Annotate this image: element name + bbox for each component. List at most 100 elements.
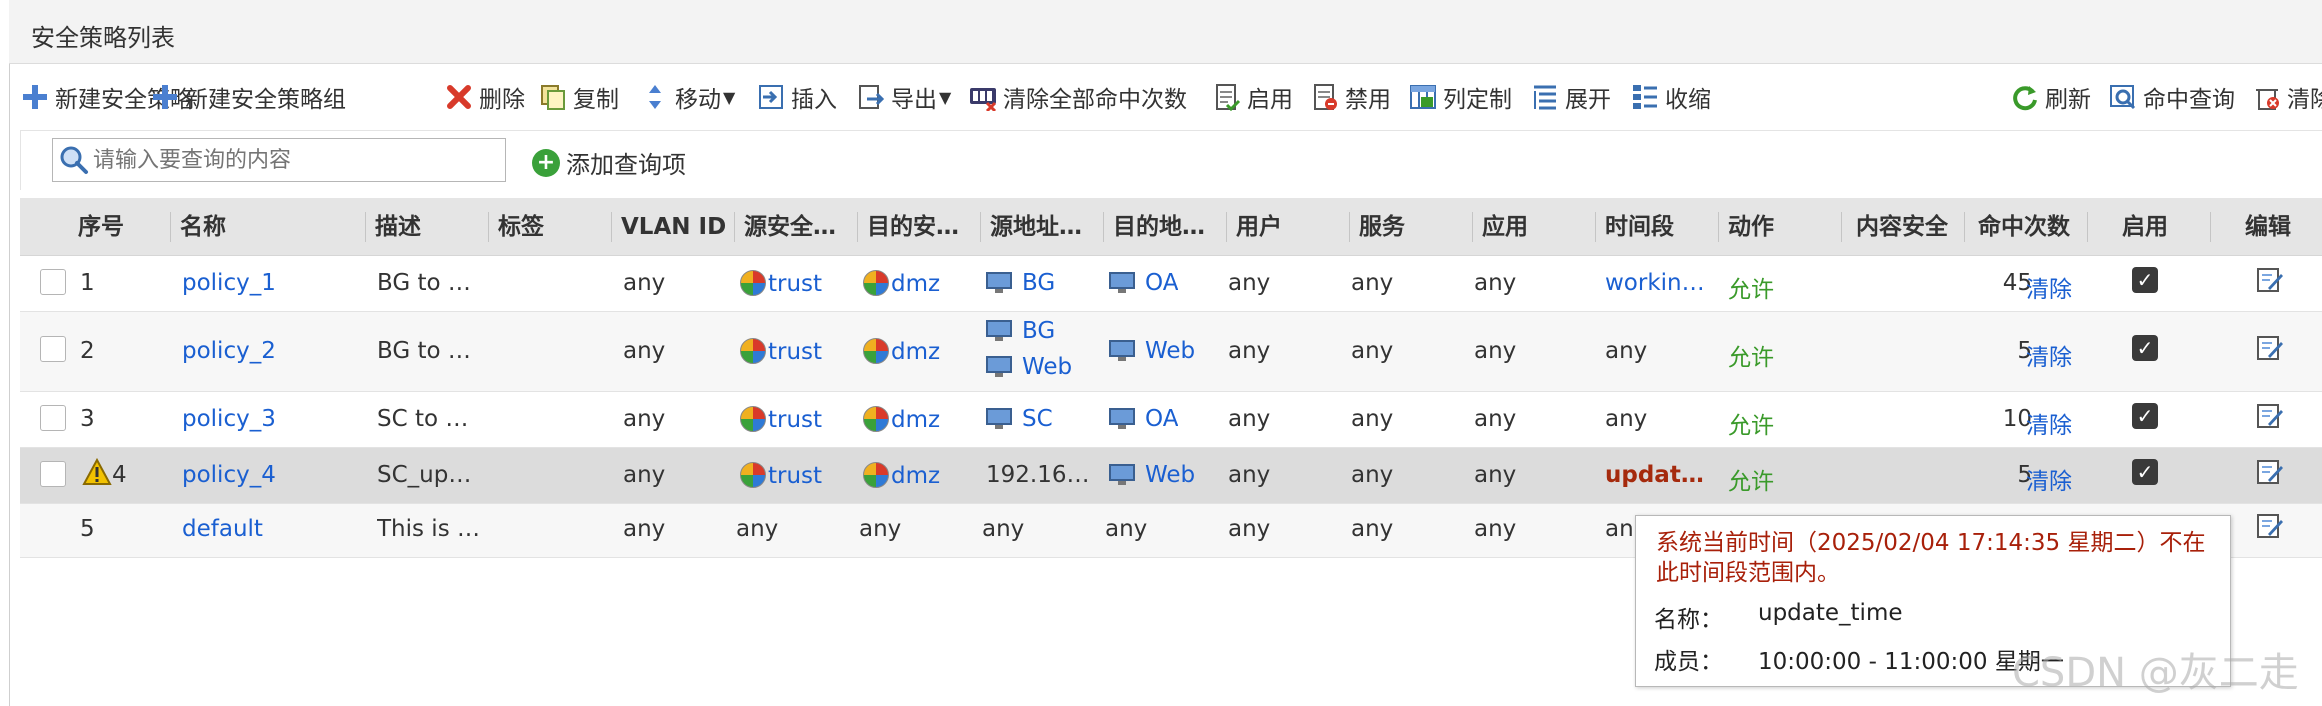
src-zone-cell[interactable]: trust: [740, 338, 822, 365]
computer-icon: [986, 272, 1012, 294]
collapse-button[interactable]: 收缩: [1631, 82, 1711, 113]
app-cell: any: [1474, 406, 1517, 432]
col-dst-zone[interactable]: 目的安…: [867, 198, 982, 256]
col-seq[interactable]: 序号: [78, 198, 124, 256]
disable-doc-icon: [1311, 83, 1339, 111]
policy-name-link[interactable]: policy_3: [182, 406, 276, 432]
col-edit[interactable]: 编辑: [2245, 198, 2291, 256]
col-app[interactable]: 应用: [1482, 198, 1528, 256]
disable-button[interactable]: 禁用: [1311, 82, 1391, 113]
app-cell: any: [1474, 270, 1517, 296]
zone-pie-icon: [863, 338, 889, 364]
search-input[interactable]: [93, 147, 493, 173]
delete-button[interactable]: 删除: [445, 82, 525, 113]
warning-icon[interactable]: [82, 458, 112, 488]
service-cell: any: [1351, 516, 1394, 542]
enabled-checkbox[interactable]: ✓: [2132, 335, 2158, 361]
desc-cell: This is …: [377, 516, 480, 542]
enabled-checkbox[interactable]: ✓: [2132, 459, 2158, 485]
edit-icon[interactable]: [2256, 334, 2284, 362]
col-action[interactable]: 动作: [1728, 198, 1774, 256]
copy-button[interactable]: 复制: [539, 82, 619, 113]
edit-icon[interactable]: [2256, 402, 2284, 430]
col-schedule[interactable]: 时间段: [1605, 198, 1674, 256]
clear-hits-link[interactable]: 清除: [2026, 406, 2072, 440]
src-addr-cell[interactable]: BG: [986, 318, 1055, 344]
clear-hits-link[interactable]: 清除: [2026, 270, 2072, 304]
move-button[interactable]: 移动 ▼: [641, 82, 736, 113]
new-policy-group-button[interactable]: 新建安全策略组: [151, 82, 346, 113]
export-button[interactable]: 导出 ▼: [857, 82, 951, 113]
add-circle-icon: +: [532, 148, 560, 177]
col-src-zone[interactable]: 源安全…: [744, 198, 859, 256]
policy-name-link[interactable]: policy_2: [182, 338, 276, 364]
col-src-addr[interactable]: 源地址…: [990, 198, 1105, 256]
row-checkbox[interactable]: [40, 336, 66, 362]
add-query-button[interactable]: + 添加查询项: [532, 145, 686, 180]
enabled-checkbox[interactable]: ✓: [2132, 403, 2158, 429]
dst-addr-cell[interactable]: OA: [1109, 406, 1178, 432]
src-addr-cell[interactable]: Web: [986, 354, 1072, 380]
clear-hits-link[interactable]: 清除: [2026, 338, 2072, 372]
app-cell: any: [1474, 462, 1517, 488]
insert-button[interactable]: 插入: [757, 82, 837, 113]
schedule-link[interactable]: updat…: [1605, 462, 1704, 488]
clear-all-hits-button[interactable]: 清除全部命中次数: [969, 82, 1187, 113]
clear-hits-link[interactable]: 清除: [2026, 462, 2072, 496]
row-checkbox[interactable]: [40, 269, 66, 295]
dst-addr-cell[interactable]: OA: [1109, 270, 1178, 296]
customize-columns-button[interactable]: 列定制: [1409, 82, 1512, 113]
col-name[interactable]: 名称: [180, 198, 226, 256]
hit-query-button[interactable]: 命中查询: [2109, 82, 2235, 113]
chevron-down-icon: ▼: [723, 87, 736, 107]
schedule-link[interactable]: workin…: [1605, 270, 1705, 296]
col-desc[interactable]: 描述: [375, 198, 421, 256]
expand-button[interactable]: 展开: [1531, 82, 1611, 113]
computer-icon: [1109, 464, 1135, 486]
edit-icon[interactable]: [2256, 512, 2284, 540]
dst-zone-cell[interactable]: dmz: [863, 406, 940, 433]
col-hits[interactable]: 命中次数: [1978, 198, 2070, 256]
policy-name-link[interactable]: default: [182, 516, 263, 542]
src-zone-cell[interactable]: trust: [740, 406, 822, 433]
col-vlan[interactable]: VLAN ID: [621, 198, 739, 256]
edit-icon[interactable]: [2256, 266, 2284, 294]
col-dst-addr[interactable]: 目的地…: [1113, 198, 1228, 256]
enable-button[interactable]: 启用: [1213, 82, 1293, 113]
dst-addr-cell[interactable]: Web: [1109, 462, 1195, 488]
action-cell: 允许: [1728, 469, 1774, 495]
src-addr-cell[interactable]: SC: [986, 406, 1053, 432]
table-row[interactable]: 2 policy_2 BG to … any trust dmz BG Web …: [20, 312, 2322, 392]
zone-pie-icon: [863, 406, 889, 432]
dst-addr-cell[interactable]: Web: [1109, 338, 1195, 364]
clear-button[interactable]: 清除: [2253, 82, 2322, 113]
search-box[interactable]: [52, 138, 506, 182]
col-tag[interactable]: 标签: [498, 198, 544, 256]
trash-icon: [2253, 83, 2281, 111]
col-enabled[interactable]: 启用: [2122, 198, 2168, 256]
dst-zone-cell[interactable]: dmz: [863, 462, 940, 489]
column-divider: [1718, 212, 1719, 242]
row-checkbox[interactable]: [40, 461, 66, 487]
table-row[interactable]: 3 policy_3 SC to … any trust dmz SC OA a…: [20, 392, 2322, 448]
dst-zone-cell[interactable]: dmz: [863, 338, 940, 365]
policy-name-link[interactable]: policy_1: [182, 270, 276, 296]
col-content-security[interactable]: 内容安全: [1856, 198, 1948, 256]
col-service[interactable]: 服务: [1359, 198, 1405, 256]
src-zone-cell[interactable]: trust: [740, 462, 822, 489]
table-row[interactable]: 1 policy_1 BG to … any trust dmz BG OA a…: [20, 256, 2322, 312]
table-row[interactable]: 4 policy_4 SC_up… any trust dmz 192.16… …: [20, 448, 2322, 504]
edit-icon[interactable]: [2256, 458, 2284, 486]
action-cell: 允许: [1728, 277, 1774, 303]
row-checkbox[interactable]: [40, 405, 66, 431]
seq-cell: 4: [112, 462, 127, 488]
move-arrows-icon: [641, 83, 669, 111]
enabled-checkbox[interactable]: ✓: [2132, 267, 2158, 293]
src-zone-cell[interactable]: trust: [740, 270, 822, 297]
refresh-button[interactable]: 刷新: [2011, 82, 2091, 113]
policy-name-link[interactable]: policy_4: [182, 462, 276, 488]
col-user[interactable]: 用户: [1236, 198, 1282, 256]
vlan-cell: any: [623, 462, 666, 488]
src-addr-cell[interactable]: BG: [986, 270, 1055, 296]
dst-zone-cell[interactable]: dmz: [863, 270, 940, 297]
